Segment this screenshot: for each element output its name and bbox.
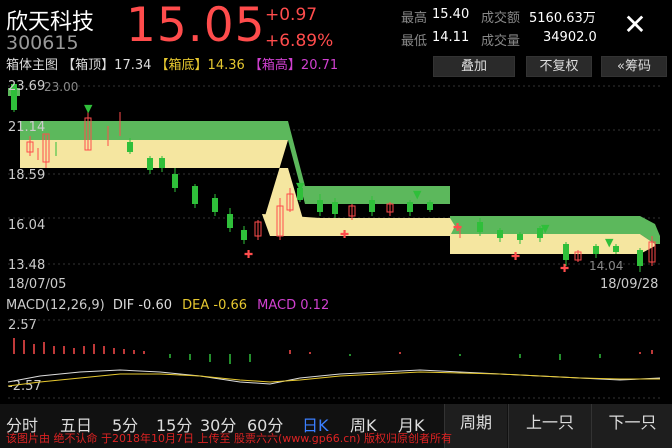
svg-text:▼: ▼ — [605, 236, 614, 249]
box-bottom-label: 【箱底】 — [155, 58, 208, 73]
watermark: 该图片由 绝不认命 于2018年10月7日 上传至 股票六六(www.gp66.… — [6, 432, 453, 445]
turnover-value: 5160.63万 — [529, 11, 596, 26]
macd-histogram — [13, 338, 653, 364]
box-title: 箱体主图 — [6, 58, 59, 73]
next-stock-button[interactable]: 下一只 — [591, 404, 672, 448]
dif-value: -0.60 — [138, 298, 172, 313]
volume-value: 34902.0 — [543, 30, 597, 45]
macd-header: MACD(12,26,9) DIF -0.60 DEA -0.66 MACD 0… — [6, 298, 329, 313]
dea-label: DEA — [182, 298, 210, 313]
high-value: 15.40 — [432, 7, 470, 22]
svg-text:✚: ✚ — [453, 221, 462, 234]
close-icon[interactable]: ✕ — [620, 10, 650, 40]
current-price: 15.05 — [126, 0, 266, 53]
turnover-label: 成交额 — [481, 11, 521, 26]
svg-text:✚: ✚ — [560, 262, 569, 275]
macd-value: 0.12 — [300, 298, 330, 313]
box-high-value: 20.71 — [300, 58, 339, 73]
box-top-label: 【箱顶】 — [62, 58, 115, 73]
macd-title: MACD(12,26,9) — [6, 298, 105, 313]
price-axis-label-3: 16.04 — [8, 218, 46, 233]
macd-label: MACD — [257, 298, 297, 313]
price-axis-label-1: 21.14 — [8, 120, 46, 135]
dea-value: -0.66 — [213, 298, 248, 313]
box-high-label: 【箱高】 — [248, 58, 301, 73]
svg-text:✚: ✚ — [511, 250, 520, 263]
stock-code: 300615 — [6, 32, 79, 54]
box-top-value: 17.34 — [114, 58, 152, 73]
svg-text:▼: ▼ — [296, 180, 305, 193]
box-bottom-value: 14.36 — [207, 58, 245, 73]
price-axis-label-2: 18.59 — [8, 168, 46, 183]
price-top-marker: 23.00 — [44, 80, 79, 94]
start-date: 18/07/05 — [8, 277, 67, 292]
price-axis-label-0: 23.69 — [8, 79, 46, 94]
high-label: 最高 — [401, 11, 428, 26]
price-axis-label-4: 13.48 — [8, 258, 46, 273]
period-button[interactable]: 周期 — [444, 404, 507, 448]
end-date: 18/09/28 — [600, 277, 659, 292]
low-value: 14.11 — [432, 30, 470, 45]
no-adjust-button[interactable]: 不复权 — [526, 56, 592, 77]
volume-label: 成交量 — [481, 34, 521, 49]
low-label: 最低 — [401, 34, 428, 49]
box-bottom-band-2 — [262, 214, 455, 236]
prev-stock-button[interactable]: 上一只 — [508, 404, 591, 448]
svg-text:✚: ✚ — [244, 248, 253, 261]
svg-text:▼: ▼ — [541, 222, 550, 235]
box-indicator-row: 箱体主图 【箱顶】17.34 【箱底】14.36 【箱高】20.71 — [6, 57, 338, 75]
macd-chart[interactable] — [0, 316, 672, 402]
price-change-pct: +6.89% — [265, 31, 334, 51]
dif-label: DIF — [112, 298, 135, 313]
price-change: +0.97 — [265, 5, 318, 25]
candlestick-chart[interactable]: ▼ ▼ ▼ ▼ ▼ ✚ ✚ ✚ ✚ ✚ — [0, 76, 672, 296]
svg-text:▼: ▼ — [84, 102, 93, 115]
svg-text:✚: ✚ — [340, 228, 349, 241]
chips-button[interactable]: «筹码 — [601, 56, 667, 77]
overlay-button[interactable]: 叠加 — [433, 56, 515, 77]
price-low-marker: 14.04 — [589, 259, 624, 273]
svg-text:▼: ▼ — [413, 188, 422, 201]
